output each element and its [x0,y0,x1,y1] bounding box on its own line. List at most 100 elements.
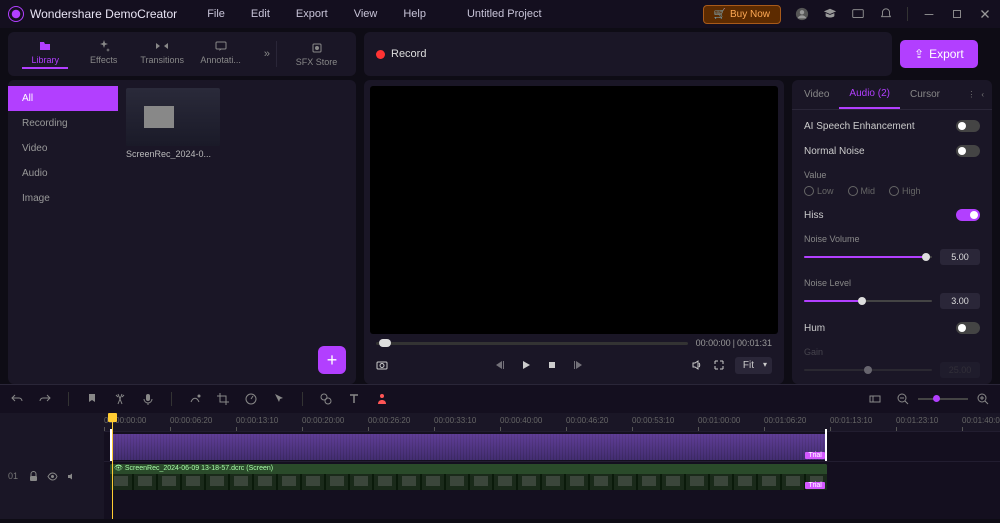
app-name: Wondershare DemoCreator [30,7,177,21]
tab-effects[interactable]: Effects [81,39,127,69]
tab-transitions[interactable]: Transitions [139,39,185,69]
properties-panel: Video Audio (2) Cursor ⋮‹ AI Speech Enha… [792,80,992,384]
main-area: All Recording Video Audio Image ScreenRe… [0,80,1000,384]
range-brackets[interactable] [110,429,827,461]
ruler-tick: 00:01:13:10 [830,416,872,425]
media-tabs-panel: Library Effects Transitions Annotati... … [8,32,356,76]
noise-level-label: Noise Level [804,278,980,288]
sfx-icon [310,41,324,55]
props-tab-cursor[interactable]: Cursor [900,80,950,109]
tab-sfx-store[interactable]: SFX Store [276,41,356,67]
group-icon[interactable] [319,392,333,406]
video-clip[interactable]: 👁 ScreenRec_2024-06-09 13-18-57.dcrc (Sc… [110,464,827,490]
ruler-tick: 00:00:46:20 [566,416,608,425]
mute-icon[interactable] [66,471,77,482]
account-icon[interactable] [795,7,809,21]
normal-noise-toggle[interactable] [956,145,980,157]
export-icon: ⇪ [914,47,924,61]
text-icon[interactable] [347,392,361,406]
noise-level-value[interactable]: 3.00 [940,293,980,309]
noise-level-slider[interactable] [804,300,932,302]
annotations-icon [214,39,228,53]
audio-track-header [0,431,104,461]
lock-icon[interactable] [28,471,39,482]
marker-icon[interactable] [85,392,99,406]
snapshot-icon[interactable] [376,359,388,371]
ruler-tick: 00:00:40:00 [500,416,542,425]
media-panel: All Recording Video Audio Image ScreenRe… [8,80,356,384]
playhead[interactable] [112,413,113,519]
ai-speech-toggle[interactable] [956,120,980,132]
value-mid-radio[interactable]: Mid [848,186,876,196]
separator [907,7,908,21]
aspect-icon[interactable] [868,392,882,406]
minimize-icon[interactable] [922,7,936,21]
noise-volume-value[interactable]: 5.00 [940,249,980,265]
preview-seek-slider[interactable] [376,342,688,345]
clips-area: ScreenRec_2024-0... [118,80,356,384]
gain-label: Gain [804,347,980,357]
maximize-icon[interactable] [950,7,964,21]
menu-file[interactable]: File [207,8,225,20]
split-icon[interactable] [113,392,127,406]
redo-icon[interactable] [38,392,52,406]
ruler-tick: 00:01:00:00 [698,416,740,425]
props-tab-audio[interactable]: Audio (2) [839,80,900,109]
category-recording[interactable]: Recording [8,111,118,136]
undo-icon[interactable] [10,392,24,406]
zoom-out-icon[interactable] [896,392,910,406]
cursor-icon[interactable] [272,392,286,406]
eye-icon[interactable] [47,471,58,482]
mic-icon[interactable] [141,392,155,406]
value-low-radio[interactable]: Low [804,186,834,196]
tab-library[interactable]: Library [22,39,68,69]
prev-frame-icon[interactable] [494,359,506,371]
app-logo-icon [8,6,24,22]
denoise-icon[interactable] [188,392,202,406]
timeline-panel: 01 00:00:00:0000:00:06:2000:00:13:1000:0… [0,384,1000,519]
stop-icon[interactable] [546,359,558,371]
more-tabs-chevron-icon[interactable]: » [258,48,276,60]
category-image[interactable]: Image [8,186,118,211]
hum-toggle[interactable] [956,322,980,334]
props-tab-video[interactable]: Video [794,80,839,109]
preview-canvas[interactable] [370,86,778,334]
media-clip[interactable]: ScreenRec_2024-0... [126,88,220,159]
tool-row: Library Effects Transitions Annotati... … [0,28,1000,80]
speed-icon[interactable] [244,392,258,406]
crop-icon[interactable] [216,392,230,406]
project-title: Untitled Project [306,8,703,20]
category-all[interactable]: All [8,86,118,111]
value-high-radio[interactable]: High [889,186,921,196]
tab-annotations[interactable]: Annotati... [198,39,244,69]
person-icon[interactable] [375,392,389,406]
preview-time: 00:00:00|00:01:31 [696,338,772,348]
noise-volume-slider[interactable] [804,256,932,258]
zoom-slider[interactable] [918,398,968,400]
record-button[interactable]: Record [376,48,426,60]
tabs-prev-icon[interactable]: ‹ [981,90,984,99]
video-track[interactable]: 👁 ScreenRec_2024-06-09 13-18-57.dcrc (Sc… [104,461,1000,491]
play-icon[interactable] [520,359,532,371]
timeline-tracks[interactable]: 00:00:00:0000:00:06:2000:00:13:1000:00:2… [104,413,1000,519]
close-icon[interactable] [978,7,992,21]
category-audio[interactable]: Audio [8,161,118,186]
preview-panel: 00:00:00|00:01:31 Fit [364,80,784,384]
zoom-in-icon[interactable] [976,392,990,406]
buy-now-button[interactable]: 🛒Buy Now [703,5,781,24]
category-video[interactable]: Video [8,136,118,161]
notify-icon[interactable] [879,7,893,21]
menu-edit[interactable]: Edit [251,8,270,20]
fullscreen-icon[interactable] [713,359,725,371]
fit-dropdown[interactable]: Fit [735,357,772,374]
ruler-tick: 00:00:13:10 [236,416,278,425]
hiss-toggle[interactable] [956,209,980,221]
value-label: Value [804,170,980,180]
ruler-tick: 00:01:23:10 [896,416,938,425]
grad-cap-icon[interactable] [823,7,837,21]
export-button[interactable]: ⇪Export [900,40,978,68]
message-icon[interactable] [851,7,865,21]
next-frame-icon[interactable] [572,359,584,371]
add-media-button[interactable]: + [318,346,346,374]
volume-icon[interactable] [691,359,703,371]
